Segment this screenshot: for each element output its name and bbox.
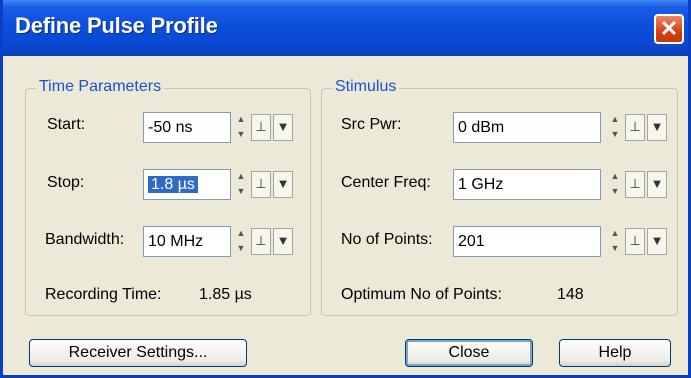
optimum-points-label: Optimum No of Points:: [341, 286, 502, 303]
src-pwr-step-icon[interactable]: ⊥: [625, 114, 645, 141]
spin-up-icon[interactable]: ▲: [607, 112, 623, 127]
optimum-points-value: 148: [557, 286, 584, 303]
no-of-points-step-icon[interactable]: ⊥: [625, 228, 645, 255]
spin-down-icon[interactable]: ▼: [607, 184, 623, 199]
center-freq-step-icon[interactable]: ⊥: [625, 171, 645, 198]
stop-label: Stop:: [47, 174, 85, 191]
src-pwr-spinner[interactable]: ▲ ▼: [607, 112, 623, 143]
spin-up-icon[interactable]: ▲: [233, 226, 249, 241]
src-pwr-label: Src Pwr:: [341, 116, 402, 133]
center-freq-input[interactable]: 1 GHz: [453, 169, 601, 200]
src-pwr-input[interactable]: 0 dBm: [453, 112, 601, 143]
start-input[interactable]: -50 ns: [143, 112, 231, 143]
no-of-points-spinner[interactable]: ▲ ▼: [607, 226, 623, 257]
start-spinner[interactable]: ▲ ▼: [233, 112, 249, 143]
no-of-points-label: No of Points:: [341, 231, 433, 248]
spin-down-icon[interactable]: ▼: [607, 241, 623, 256]
stop-input[interactable]: 1.8 µs: [143, 169, 231, 200]
spin-up-icon[interactable]: ▲: [607, 169, 623, 184]
center-freq-label: Center Freq:: [341, 174, 431, 191]
spin-down-icon[interactable]: ▼: [607, 127, 623, 142]
start-dropdown-icon[interactable]: ▼: [273, 114, 293, 141]
spin-down-icon[interactable]: ▼: [233, 127, 249, 142]
spin-down-icon[interactable]: ▼: [233, 184, 249, 199]
dialog-title: Define Pulse Profile: [15, 13, 218, 38]
bandwidth-step-icon[interactable]: ⊥: [251, 228, 271, 255]
no-of-points-dropdown-icon[interactable]: ▼: [647, 228, 667, 255]
define-pulse-profile-dialog: Define Pulse Profile ✕ Time Parameters S…: [0, 0, 691, 378]
no-of-points-input[interactable]: 201: [453, 226, 601, 257]
close-icon[interactable]: ✕: [654, 14, 684, 44]
center-freq-spinner[interactable]: ▲ ▼: [607, 169, 623, 200]
recording-time-label: Recording Time:: [45, 286, 162, 303]
bandwidth-spinner[interactable]: ▲ ▼: [233, 226, 249, 257]
stop-dropdown-icon[interactable]: ▼: [273, 171, 293, 198]
close-button[interactable]: Close: [405, 339, 533, 367]
receiver-settings-button[interactable]: Receiver Settings...: [29, 339, 247, 367]
help-button[interactable]: Help: [559, 339, 671, 367]
spin-up-icon[interactable]: ▲: [233, 112, 249, 127]
start-step-icon[interactable]: ⊥: [251, 114, 271, 141]
stop-spinner[interactable]: ▲ ▼: [233, 169, 249, 200]
stop-step-icon[interactable]: ⊥: [251, 171, 271, 198]
bandwidth-label: Bandwidth:: [45, 231, 125, 248]
stimulus-title: Stimulus: [332, 78, 400, 96]
spin-down-icon[interactable]: ▼: [233, 241, 249, 256]
bandwidth-input[interactable]: 10 MHz: [143, 226, 231, 257]
bandwidth-dropdown-icon[interactable]: ▼: [273, 228, 293, 255]
start-label: Start:: [47, 116, 86, 133]
spin-up-icon[interactable]: ▲: [233, 169, 249, 184]
center-freq-dropdown-icon[interactable]: ▼: [647, 171, 667, 198]
spin-up-icon[interactable]: ▲: [607, 226, 623, 241]
src-pwr-dropdown-icon[interactable]: ▼: [647, 114, 667, 141]
time-parameters-title: Time Parameters: [36, 78, 165, 96]
title-bar[interactable]: Define Pulse Profile ✕: [3, 0, 688, 56]
recording-time-value: 1.85 µs: [199, 286, 252, 303]
